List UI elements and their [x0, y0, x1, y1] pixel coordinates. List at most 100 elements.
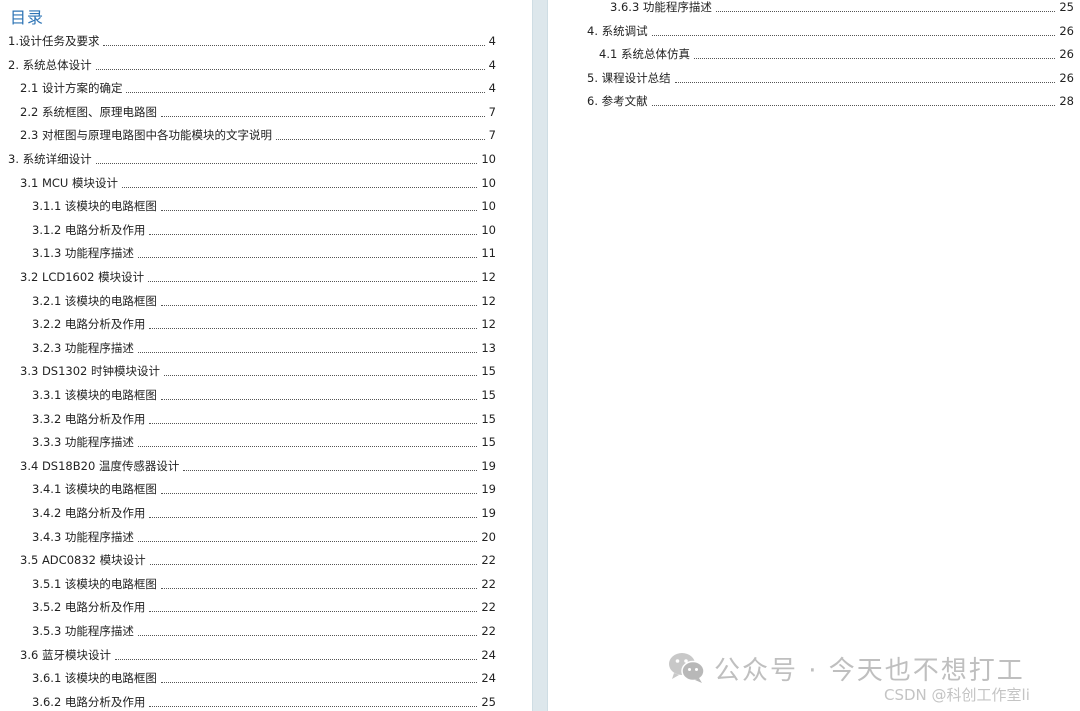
toc-page-number: 12 [481, 293, 496, 308]
toc-page-number: 26 [1059, 47, 1074, 62]
toc-entry-title: 6. 参考文献 [587, 94, 648, 109]
toc-entry[interactable]: 3.6 蓝牙模块设计 24 [20, 645, 496, 665]
toc-page-number: 25 [1059, 0, 1074, 14]
toc-page-number: 26 [1059, 23, 1074, 38]
toc-page-number: 24 [481, 647, 496, 662]
toc-leader-dots [160, 492, 478, 495]
toc-page-number: 20 [481, 529, 496, 544]
toc-leader-dots [149, 422, 478, 424]
toc-leader-dots [137, 351, 478, 353]
toc-entry[interactable]: 3.2.1 该模块的电路框图 12 [32, 291, 496, 311]
toc-entry[interactable]: 3.4.1 该模块的电路框图 19 [32, 479, 496, 499]
toc-entry-title: 3.5.2 电路分析及作用 [32, 600, 146, 615]
toc-entry[interactable]: 3.4.3 功能程序描述 20 [32, 527, 496, 547]
toc-entry[interactable]: 3.4.2 电路分析及作用 19 [32, 503, 496, 523]
toc-entry[interactable]: 4.1 系统总体仿真 26 [599, 44, 1074, 64]
toc-leader-dots [160, 587, 478, 589]
toc-leader-dots [651, 104, 1056, 107]
toc-entry[interactable]: 3.1.3 功能程序描述 11 [32, 243, 496, 263]
toc-page-number: 19 [481, 506, 496, 520]
toc-entry-title: 3.3.3 功能程序描述 [32, 435, 134, 450]
toc-entry[interactable]: 4. 系统调试 26 [587, 21, 1074, 41]
toc-page-number: 28 [1059, 94, 1074, 109]
toc-page-number: 26 [1059, 70, 1074, 85]
toc-entry[interactable]: 3.6.1 该模块的电路框图 24 [32, 668, 496, 688]
toc-entry[interactable]: 3.5.3 功能程序描述 22 [32, 621, 496, 641]
toc-leader-dots [95, 68, 485, 70]
toc-entry[interactable]: 3.2.2 电路分析及作用 12 [32, 314, 496, 334]
toc-entry-title: 3.2.1 该模块的电路框图 [32, 293, 157, 308]
toc-leader-dots [160, 398, 478, 400]
toc-page-number: 19 [481, 458, 496, 473]
toc-entry[interactable]: 3.3.3 功能程序描述 15 [32, 432, 496, 452]
toc-entry-title: 3.1.3 功能程序描述 [32, 246, 134, 261]
toc-leader-dots [693, 57, 1056, 60]
toc-entry-title: 3.2.2 电路分析及作用 [32, 317, 146, 332]
toc-entry-title: 3. 系统详细设计 [8, 152, 92, 166]
document-page-right: 3.6.3 功能程序描述 25 4. 系统调试 26 4.1 系统总体仿真 26 5. 课程… [548, 0, 1080, 711]
toc-leader-dots [160, 681, 478, 684]
toc-leader-dots [674, 81, 1056, 83]
toc-leader-dots [149, 610, 478, 613]
toc-entry[interactable]: 3.3.2 电路分析及作用 15 [32, 409, 496, 429]
toc-entry-title: 3.4.3 功能程序描述 [32, 529, 134, 544]
toc-leader-dots [148, 280, 478, 282]
toc-page-number: 4 [488, 81, 496, 96]
toc-entry[interactable]: 3.1.1 该模块的电路框图 10 [32, 196, 496, 216]
toc-entry[interactable]: 2. 系统总体设计 4 [8, 55, 496, 75]
toc-entry-title: 2.1 设计方案的确定 [20, 81, 123, 96]
toc-page-number: 11 [481, 246, 496, 261]
toc-page-number: 10 [481, 199, 496, 214]
toc-entry-title: 2.2 系统框图、原理电路图 [20, 104, 157, 119]
toc-entry-title: 3.4.1 该模块的电路框图 [32, 482, 157, 497]
toc-entry[interactable]: 3.5.1 该模块的电路框图 22 [32, 574, 496, 594]
toc-leader-dots [103, 44, 485, 46]
toc-entry[interactable]: 3.3 DS1302 时钟模块设计 15 [20, 361, 496, 381]
toc-entry[interactable]: 6. 参考文献 28 [587, 91, 1074, 111]
toc-entry[interactable]: 3.1.2 电路分析及作用 10 [32, 220, 496, 240]
toc-entry[interactable]: 3.6.2 电路分析及作用 25 [32, 692, 496, 711]
toc-leader-dots [137, 445, 478, 448]
toc-entry-title: 3.6.3 功能程序描述 [610, 0, 712, 14]
toc-entry[interactable]: 3.5.2 电路分析及作用 22 [32, 597, 496, 617]
toc-entry-title: 3.6.1 该模块的电路框图 [32, 671, 157, 686]
toc-entry[interactable]: 3. 系统详细设计 10 [8, 149, 496, 169]
toc-leader-dots [121, 186, 478, 188]
toc-entry[interactable]: 3.4 DS18B20 温度传感器设计 19 [20, 456, 496, 476]
toc-entry-title: 3.5.1 该模块的电路框图 [32, 576, 157, 591]
toc-leader-dots [715, 10, 1056, 12]
toc-entry-title: 5. 课程设计总结 [587, 70, 671, 85]
toc-page-number: 10 [481, 175, 496, 190]
toc-leader-dots [114, 658, 478, 660]
toc-entry[interactable]: 5. 课程设计总结 26 [587, 68, 1074, 88]
toc-entry[interactable]: 3.5 ADC0832 模块设计 22 [20, 550, 496, 570]
toc-leader-dots [160, 115, 485, 117]
toc-entry[interactable]: 3.3.1 该模块的电路框图 15 [32, 385, 496, 405]
toc-leader-dots [149, 233, 478, 235]
toc-entry[interactable]: 1.设计任务及要求 4 [8, 31, 496, 51]
toc-entry[interactable]: 3.1 MCU 模块设计 10 [20, 173, 496, 193]
toc-page-number: 24 [481, 671, 496, 686]
toc-leader-dots [95, 162, 478, 164]
toc-page-number: 10 [481, 152, 496, 166]
toc-entry[interactable]: 2.1 设计方案的确定 4 [20, 78, 496, 98]
toc-leader-dots [149, 563, 478, 566]
toc-leader-dots [149, 516, 478, 518]
toc-page-number: 7 [488, 104, 496, 119]
toc-entry-title: 2.3 对框图与原理电路图中各功能模块的文字说明 [20, 128, 272, 143]
toc-entry[interactable]: 2.2 系统框图、原理电路图 7 [20, 102, 496, 122]
toc-entry-title: 3.1.1 该模块的电路框图 [32, 199, 157, 214]
toc-entry[interactable]: 2.3 对框图与原理电路图中各功能模块的文字说明 7 [20, 125, 496, 145]
toc-leader-dots [183, 469, 478, 471]
toc-entry[interactable]: 3.2.3 功能程序描述 13 [32, 338, 496, 358]
toc-entry[interactable]: 3.2 LCD1602 模块设计 12 [20, 267, 496, 287]
toc-entry-title: 4. 系统调试 [587, 23, 648, 38]
page-gutter [532, 0, 548, 711]
toc-page-number: 22 [481, 576, 496, 591]
wechat-icon [669, 653, 705, 683]
toc-entry-title: 3.1.2 电路分析及作用 [32, 222, 146, 237]
toc-entry-title: 3.5 ADC0832 模块设计 [20, 553, 146, 568]
toc-entry-title: 3.4.2 电路分析及作用 [32, 506, 146, 520]
toc-page-number: 7 [488, 128, 496, 143]
toc-entry[interactable]: 3.6.3 功能程序描述 25 [610, 0, 1074, 17]
